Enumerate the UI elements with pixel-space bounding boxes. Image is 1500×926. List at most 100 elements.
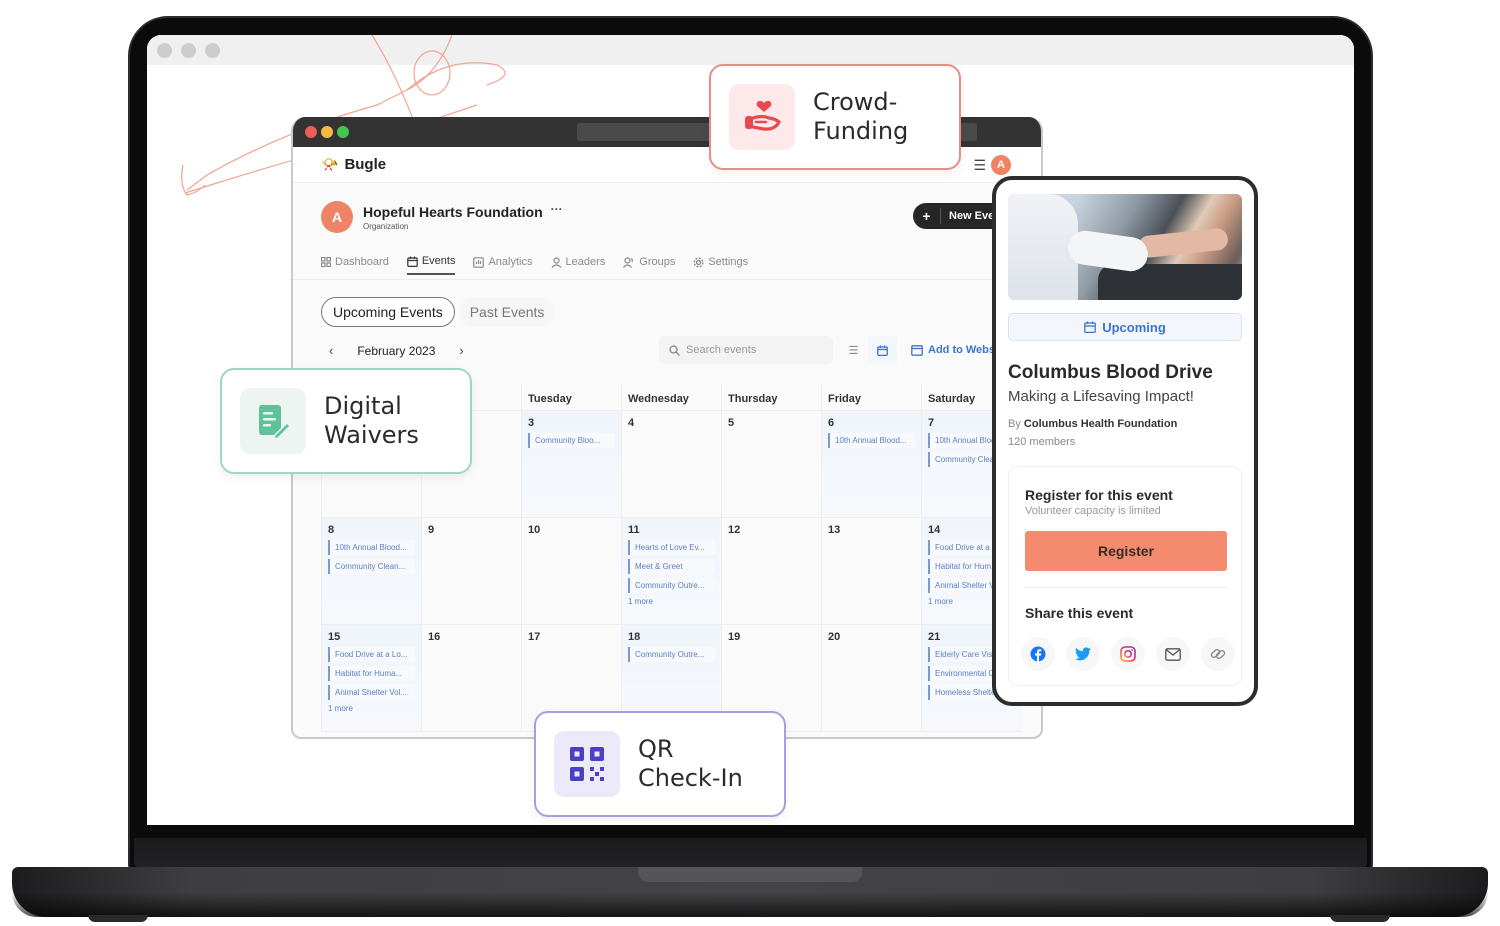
- share-twitter-button[interactable]: [1066, 637, 1100, 671]
- feature-title-line1: QR: [638, 734, 674, 763]
- tab-settings[interactable]: Settings: [693, 255, 748, 275]
- event-title: Columbus Blood Drive: [1008, 362, 1213, 383]
- tab-groups[interactable]: Groups: [623, 255, 675, 275]
- calendar-view-icon[interactable]: [868, 336, 897, 364]
- laptop-foot: [88, 915, 148, 922]
- list-view-icon[interactable]: ☰: [839, 336, 868, 364]
- calendar-day-cell[interactable]: 3 Community Bloo...: [521, 411, 621, 517]
- day-number: 9: [428, 524, 435, 536]
- feature-card-qr-checkin: QR Check-In: [534, 711, 786, 817]
- weekday-header: Tuesday: [521, 385, 621, 410]
- tab-label: Events: [421, 255, 456, 267]
- organizer-name[interactable]: Columbus Health Foundation: [1024, 418, 1177, 430]
- share-buttons: [1021, 637, 1235, 671]
- calendar-day-cell[interactable]: 4: [621, 411, 721, 517]
- calendar-event[interactable]: Hearts of Love Ev...: [628, 540, 715, 555]
- share-instagram-button[interactable]: [1111, 637, 1145, 671]
- gear-icon: [693, 256, 704, 268]
- qr-code-icon: [554, 731, 620, 797]
- calendar-day-cell[interactable]: 12: [721, 518, 821, 624]
- register-subtitle: Volunteer capacity is limited: [1025, 505, 1161, 517]
- upcoming-events-tab[interactable]: Upcoming Events: [321, 297, 455, 327]
- calendar-event[interactable]: Meet & Greet: [628, 559, 715, 574]
- register-button[interactable]: Register: [1025, 531, 1227, 571]
- window-dot-maximize[interactable]: [205, 43, 220, 58]
- day-number: 6: [828, 417, 835, 429]
- calendar-event[interactable]: 10th Annual Blood...: [828, 433, 915, 448]
- share-email-button[interactable]: [1156, 637, 1190, 671]
- share-title: Share this event: [1025, 605, 1134, 621]
- nav-divider: [293, 279, 1041, 280]
- day-number: 10: [528, 524, 541, 536]
- tab-dashboard[interactable]: Dashboard: [321, 255, 389, 275]
- grid-icon: [321, 257, 331, 267]
- email-icon: [1165, 647, 1181, 661]
- calendar-week-row: 8 10th Annual Blood... Community Clean... 9…: [321, 518, 1021, 625]
- calendar-event[interactable]: Food Drive at a Lo...: [328, 647, 415, 662]
- search-placeholder: Search events: [686, 344, 757, 356]
- day-number: 18: [628, 631, 641, 643]
- status-label: Upcoming: [1102, 319, 1166, 335]
- calendar-event[interactable]: 10th Annual Blood...: [328, 540, 415, 555]
- calendar-icon: [407, 256, 418, 267]
- tab-analytics[interactable]: Analytics: [473, 255, 533, 275]
- window-dot-close[interactable]: [157, 43, 172, 58]
- day-number: 5: [728, 417, 735, 429]
- close-dot[interactable]: [305, 126, 317, 138]
- calendar-day-cell[interactable]: 6 10th Annual Blood...: [821, 411, 921, 517]
- calendar-event[interactable]: Community Clean...: [328, 559, 415, 574]
- calendar-day-cell[interactable]: 10: [521, 518, 621, 624]
- calendar-event[interactable]: Community Outre...: [628, 578, 715, 593]
- calendar-day-cell[interactable]: 16: [421, 625, 521, 731]
- calendar-day-cell[interactable]: 13: [821, 518, 921, 624]
- day-number: 3: [528, 417, 535, 429]
- view-toggle: ☰: [839, 336, 897, 364]
- search-input[interactable]: Search events: [659, 336, 833, 364]
- share-facebook-button[interactable]: [1021, 637, 1055, 671]
- weekday-header: Thursday: [721, 385, 821, 410]
- main-nav: Dashboard Events Analytics Leaders Group…: [321, 255, 748, 275]
- past-events-tab[interactable]: Past Events: [458, 297, 556, 327]
- calendar-event[interactable]: Community Bloo...: [528, 433, 615, 448]
- window-dot-minimize[interactable]: [181, 43, 196, 58]
- minimize-dot[interactable]: [321, 126, 333, 138]
- maximize-dot[interactable]: [337, 126, 349, 138]
- event-detail-phone: Upcoming Columbus Blood Drive Making a L…: [992, 176, 1258, 706]
- org-name: Hopeful Hearts Foundation: [363, 203, 543, 220]
- calendar-day-cell[interactable]: 5: [721, 411, 821, 517]
- twitter-icon: [1075, 647, 1091, 661]
- calendar-event[interactable]: Habitat for Huma...: [328, 666, 415, 681]
- calendar-day-cell[interactable]: 8 10th Annual Blood... Community Clean...: [321, 518, 421, 624]
- more-events-link[interactable]: 1 more: [328, 704, 415, 713]
- feature-title-line2: Waivers: [324, 421, 419, 449]
- calendar-day-cell[interactable]: 9: [421, 518, 521, 624]
- calendar-event[interactable]: Community Outre...: [628, 647, 715, 662]
- day-number: 15: [328, 631, 341, 643]
- feature-title-line1: Digital: [324, 391, 402, 420]
- next-month-button[interactable]: ›: [459, 343, 463, 358]
- laptop-mockup: 📯 Bugle ☰ A A Hopeful Hearts Foundation …: [0, 0, 1500, 926]
- tab-events[interactable]: Events: [406, 255, 456, 275]
- user-avatar[interactable]: A: [991, 155, 1011, 175]
- tab-leaders[interactable]: Leaders: [551, 255, 605, 275]
- outer-browser-bar: [147, 35, 1354, 65]
- status-badge: Upcoming: [1008, 313, 1242, 341]
- day-number: 11: [628, 524, 640, 536]
- share-link-button[interactable]: [1201, 637, 1235, 671]
- calendar-icon: [1084, 321, 1097, 333]
- brand-name[interactable]: Bugle: [344, 156, 386, 173]
- bugle-icon: 📯: [321, 156, 339, 172]
- more-options-icon[interactable]: ···: [551, 202, 563, 216]
- prev-month-button[interactable]: ‹: [329, 343, 333, 358]
- more-events-link[interactable]: 1 more: [628, 597, 715, 606]
- calendar-day-cell[interactable]: 20: [821, 625, 921, 731]
- day-number: 19: [728, 631, 741, 643]
- event-organizer: By Columbus Health Foundation: [1008, 418, 1177, 430]
- calendar-event[interactable]: Animal Shelter Vol...: [328, 685, 415, 700]
- facebook-icon: [1030, 646, 1046, 662]
- hamburger-icon[interactable]: ☰: [973, 157, 986, 174]
- calendar-day-cell[interactable]: 11 Hearts of Love Ev... Meet & Greet Commun…: [621, 518, 721, 624]
- calendar-day-cell[interactable]: 15 Food Drive at a Lo... Habitat for Huma.…: [321, 625, 421, 731]
- event-filter-tabs: Upcoming Events Past Events: [321, 297, 556, 327]
- tab-label: Settings: [708, 256, 749, 268]
